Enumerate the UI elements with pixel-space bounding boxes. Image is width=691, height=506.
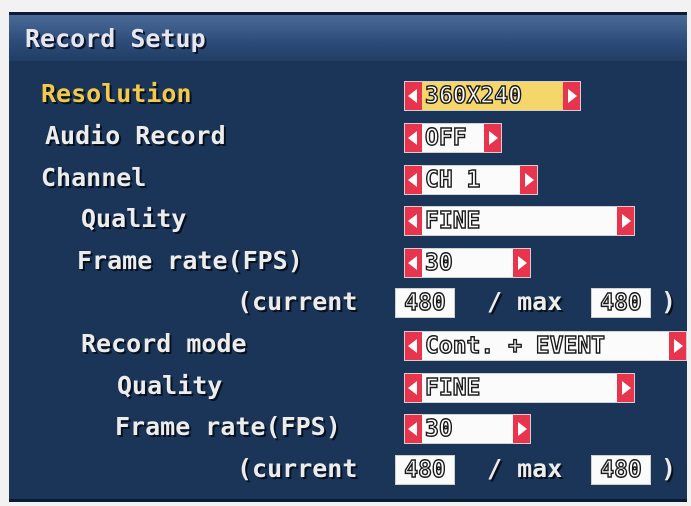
left-arrow-icon[interactable] bbox=[405, 249, 422, 277]
channel-label: Channel bbox=[41, 163, 147, 192]
frame-rate-selector[interactable]: 30 bbox=[404, 248, 531, 278]
resolution-selector[interactable]: 360X240 bbox=[404, 81, 581, 111]
audio-record-value: OFF bbox=[424, 124, 467, 151]
right-arrow-icon[interactable] bbox=[513, 415, 530, 443]
left-arrow-icon[interactable] bbox=[405, 415, 422, 443]
record-mode-frame-rate-label: Frame rate(FPS) bbox=[115, 412, 341, 441]
quality-label: Quality bbox=[81, 204, 187, 233]
left-arrow-icon[interactable] bbox=[405, 332, 422, 360]
resolution-label: Resolution bbox=[41, 79, 192, 108]
frame-rate-label: Frame rate(FPS) bbox=[77, 246, 303, 275]
audio-record-selector[interactable]: OFF bbox=[404, 123, 502, 153]
current-value-box-2: 480 bbox=[395, 455, 455, 485]
right-arrow-icon[interactable] bbox=[563, 82, 580, 110]
channel-selector[interactable]: CH 1 bbox=[404, 165, 538, 195]
record-setup-screen: Record Setup Resolution 360X240 Audio Re… bbox=[9, 12, 687, 502]
left-arrow-icon[interactable] bbox=[405, 374, 422, 402]
page-title: Record Setup bbox=[25, 24, 206, 53]
close-paren-2: ) bbox=[661, 454, 677, 483]
record-mode-frame-rate-value: 30 bbox=[424, 415, 453, 442]
right-arrow-icon[interactable] bbox=[617, 207, 634, 235]
max-label: / max bbox=[487, 287, 563, 316]
current-value-box: 480 bbox=[395, 288, 455, 318]
max-value-box: 480 bbox=[591, 288, 651, 318]
max-value-box-2: 480 bbox=[591, 455, 651, 485]
current-label: (current bbox=[237, 287, 358, 316]
left-arrow-icon[interactable] bbox=[405, 82, 422, 110]
record-mode-quality-value: FINE bbox=[424, 374, 481, 401]
record-mode-quality-label: Quality bbox=[117, 371, 223, 400]
channel-value: CH 1 bbox=[424, 166, 481, 193]
right-arrow-icon[interactable] bbox=[520, 166, 537, 194]
current-label-2: (current bbox=[237, 454, 358, 483]
quality-value: FINE bbox=[424, 207, 481, 234]
record-mode-frame-rate-selector[interactable]: 30 bbox=[404, 414, 531, 444]
right-arrow-icon[interactable] bbox=[513, 249, 530, 277]
close-paren: ) bbox=[661, 287, 677, 316]
right-arrow-icon[interactable] bbox=[617, 374, 634, 402]
quality-selector[interactable]: FINE bbox=[404, 206, 635, 236]
record-mode-value: Cont. + EVENT bbox=[424, 332, 606, 359]
left-arrow-icon[interactable] bbox=[405, 166, 422, 194]
left-arrow-icon[interactable] bbox=[405, 207, 422, 235]
title-bar: Record Setup bbox=[9, 15, 687, 61]
frame-rate-value: 30 bbox=[424, 249, 453, 276]
record-mode-quality-selector[interactable]: FINE bbox=[404, 373, 635, 403]
right-arrow-icon[interactable] bbox=[669, 332, 686, 360]
max-label-2: / max bbox=[487, 454, 563, 483]
right-arrow-icon[interactable] bbox=[484, 124, 501, 152]
record-mode-label: Record mode bbox=[81, 329, 247, 358]
record-mode-selector[interactable]: Cont. + EVENT bbox=[404, 331, 687, 361]
resolution-value: 360X240 bbox=[424, 82, 522, 109]
left-arrow-icon[interactable] bbox=[405, 124, 422, 152]
audio-record-label: Audio Record bbox=[45, 121, 226, 150]
